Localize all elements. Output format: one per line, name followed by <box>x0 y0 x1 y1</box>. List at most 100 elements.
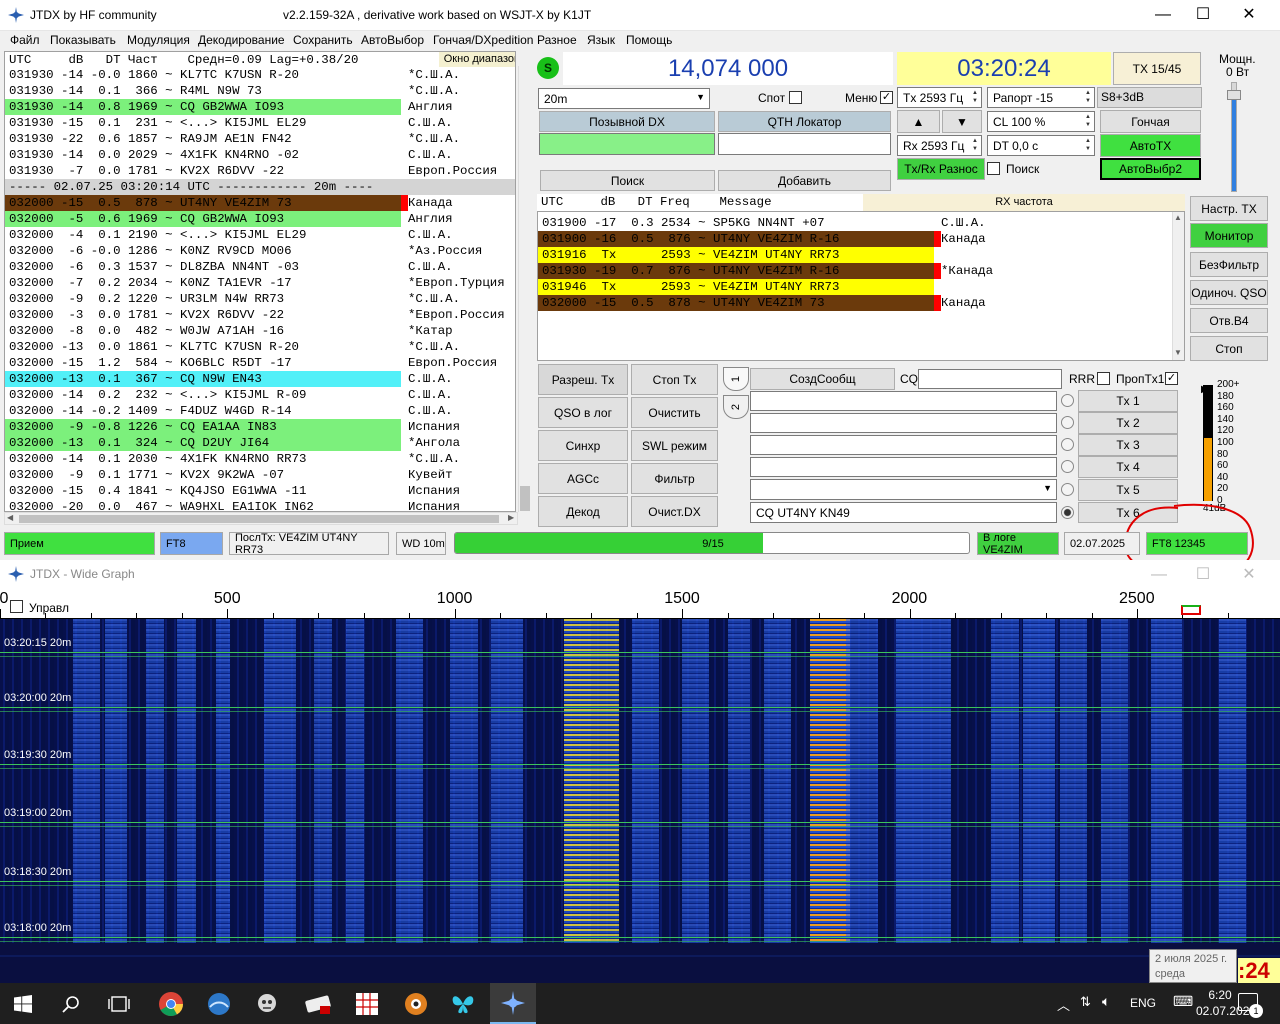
power-slider-handle[interactable] <box>1227 90 1241 100</box>
tx4-button[interactable]: Tx 4 <box>1078 456 1178 478</box>
tx1-message-field[interactable] <box>750 391 1057 411</box>
rx-message-line[interactable]: 032000 -15 0.5 878 ~ UT4NY VE4ZIM 73 Кана… <box>538 295 1048 311</box>
add-button[interactable]: Добавить <box>718 170 891 191</box>
band-activity-line[interactable]: 031930 -14 0.0 2029 ~ 4X1FK KN4RNO -02 С.… <box>5 147 515 163</box>
notifications-icon[interactable]: 1 <box>1238 993 1263 1018</box>
dx-grid-input[interactable] <box>718 133 891 155</box>
app-taskbar-button-7[interactable] <box>440 983 486 1024</box>
chevron-down-icon[interactable]: ▼ <box>696 92 705 102</box>
rrr-checkbox[interactable] <box>1097 372 1110 385</box>
tab-messages-2[interactable]: 2 <box>723 395 749 419</box>
menu-autoselect[interactable]: АвтоВыбор <box>361 33 424 47</box>
decode-button[interactable]: Декод <box>538 496 628 527</box>
band-activity-line[interactable]: 032000 -14 0.1 2030 ~ 4X1FK KN4RNO RR73 *… <box>5 451 515 467</box>
agcc-button[interactable]: AGCc <box>538 463 628 494</box>
scroll-up-icon[interactable]: ▲ <box>1174 213 1182 222</box>
tx2-message-field[interactable] <box>750 413 1057 433</box>
rx-message-list[interactable]: 031900 -17 0.3 2534 ~ SP5KG NN4NT +07 С.Ш… <box>538 215 1178 359</box>
menu-language[interactable]: Язык <box>587 33 615 47</box>
menu-view[interactable]: Показывать <box>50 33 116 47</box>
tx-frequency-marker[interactable] <box>1181 605 1201 615</box>
no-filter-button[interactable]: БезФильтр <box>1190 252 1268 277</box>
volume-icon[interactable]: 🔈︎ <box>1102 993 1110 1010</box>
tx6-message-field[interactable]: CQ UT4NY KN49 <box>750 502 1057 523</box>
rx-message-line[interactable]: 031900 -16 0.5 876 ~ UT4NY VE4ZIM R-16 Ка… <box>538 231 1048 247</box>
frequency-scale[interactable]: Управл 0 500 1000 1500 2000 2500 <box>0 589 1280 619</box>
band-activity-line[interactable]: 032000 -6 0.3 1537 ~ DL8ZBA NN4NT -03 С.Ш… <box>5 259 515 275</box>
search-button[interactable] <box>48 983 94 1024</box>
answer-b4-button[interactable]: Отв.B4 <box>1190 308 1268 333</box>
band-activity-line[interactable]: 032000 -4 0.1 2190 ~ <...> KI5JML EL29 С.… <box>5 227 515 243</box>
enable-tx-button[interactable]: Разреш. Tx <box>538 364 628 395</box>
band-activity-line[interactable]: 032000 -15 0.4 1841 ~ KQ4JSO EG1WWA -11 И… <box>5 483 515 499</box>
tab-messages-1[interactable]: 1 <box>723 367 749 391</box>
menu-mode[interactable]: Модуляция <box>127 33 190 47</box>
wg-minimize-button[interactable]: — <box>1136 560 1182 590</box>
tx2-button[interactable]: Tx 2 <box>1078 412 1178 434</box>
tx4-message-field[interactable] <box>750 457 1057 477</box>
monitor-button[interactable]: Монитор <box>1190 223 1268 248</box>
band-activity-line[interactable]: 031930 -22 0.6 1857 ~ RA9JM AE1N FN42 *С.… <box>5 131 515 147</box>
rx-vertical-scrollbar[interactable]: ▲ ▼ <box>1172 212 1184 360</box>
band-activity-line[interactable]: 031930 -7 0.0 1781 ~ KV2X R6DVV -22 Европ… <box>5 163 515 179</box>
log-qso-button[interactable]: QSO в лог <box>538 397 628 428</box>
waterfall-display[interactable]: 03:20:15 20m 03:20:00 20m 03:19:30 20m 03:1… <box>0 619 1280 983</box>
rx-frequency-panel[interactable]: 031900 -17 0.3 2534 ~ SP5KG NN4NT +07 С.Ш… <box>537 211 1185 361</box>
keyboard-icon[interactable]: ⌨︎ <box>1173 993 1193 1010</box>
cl-spinbox[interactable]: CL 100 % ▲ ▼ <box>987 111 1095 132</box>
scrollbar-thumb[interactable] <box>19 515 499 523</box>
band-activity-line[interactable]: 032000 -14 0.2 232 ~ <...> KI5JML R-09 С.… <box>5 387 515 403</box>
menu-help[interactable]: Помощь <box>626 33 672 47</box>
band-vertical-scrollbar[interactable] <box>518 66 531 512</box>
tx1-button[interactable]: Tx 1 <box>1078 390 1178 412</box>
report-spinbox[interactable]: Рапорт -15 ▲ ▼ <box>987 87 1095 108</box>
freq-up-button[interactable]: ▲ <box>897 110 940 133</box>
rx-message-line[interactable]: 031930 -19 0.7 876 ~ UT4NY VE4ZIM R-16 *К… <box>538 263 1048 279</box>
menu-save[interactable]: Сохранить <box>293 33 353 47</box>
period-separator[interactable]: ----- 02.07.25 03:20:14 UTC ------------… <box>5 179 515 195</box>
band-activity-line[interactable]: 031930 -14 0.1 366 ~ R4ML N9W 73 *С.Ш.А. <box>5 83 515 99</box>
band-activity-line[interactable]: 031930 -14 0.8 1969 ~ CQ GB2WWA IO93 Англ… <box>5 99 515 115</box>
freq-down-button[interactable]: ▼ <box>942 110 982 133</box>
tx2-radio[interactable] <box>1061 416 1074 429</box>
show-hidden-icons-icon[interactable]: ︿ <box>1057 995 1070 1014</box>
menu-decode[interactable]: Декодирование <box>198 33 285 47</box>
single-qso-button[interactable]: Одиноч. QSO <box>1190 280 1268 305</box>
tx3-button[interactable]: Tx 3 <box>1078 434 1178 456</box>
band-activity-line[interactable]: 032000 -3 0.0 1781 ~ KV2X R6DVV -22 *Евро… <box>5 307 515 323</box>
auto-select-button[interactable]: АвтоВыбр2 <box>1100 158 1201 180</box>
stop-button[interactable]: Стоп <box>1190 336 1268 361</box>
hound-button[interactable]: Гончая <box>1100 110 1201 133</box>
cq-input[interactable] <box>918 369 1062 389</box>
sync-button[interactable]: Синхр <box>538 430 628 461</box>
scroll-right-icon[interactable]: ▶ <box>508 513 514 522</box>
menu-file[interactable]: Файл <box>10 33 40 47</box>
app-taskbar-button-2[interactable] <box>196 983 242 1024</box>
band-activity-list[interactable]: 031930 -14 -0.0 1860 ~ KL7TC K7USN R-20 *… <box>5 67 515 511</box>
band-activity-line[interactable]: 032000 -20 0.0 467 ~ WA9HXL EA1IOK IN62 И… <box>5 499 515 511</box>
scroll-left-icon[interactable]: ◀ <box>7 513 13 522</box>
close-button[interactable]: ✕ <box>1226 0 1272 30</box>
band-activity-line[interactable]: 032000 -9 0.1 1771 ~ KV2X 9K2WA -07 Кувей… <box>5 467 515 483</box>
generate-messages-button[interactable]: СоздСообщ <box>750 368 895 390</box>
dt-spinbox[interactable]: DT 0,0 с ▲ ▼ <box>987 135 1095 156</box>
band-horizontal-scrollbar[interactable]: ◀ ▶ <box>4 512 518 525</box>
spin-arrows-icon[interactable]: ▲ ▼ <box>1083 137 1093 153</box>
band-activity-line[interactable]: 032000 -7 0.2 2034 ~ K0NZ TA1EVR -17 *Евр… <box>5 275 515 291</box>
band-select[interactable]: 20m ▼ <box>538 88 710 109</box>
band-activity-line[interactable]: 032000 -9 -0.8 1226 ~ CQ EA1AA IN83 Испан… <box>5 419 515 435</box>
tx3-radio[interactable] <box>1061 438 1074 451</box>
rx-message-line[interactable]: 031900 -17 0.3 2534 ~ SP5KG NN4NT +07 С.Ш… <box>538 215 1048 231</box>
qth-locator-button[interactable]: QTH Локатор <box>718 111 891 132</box>
stop-tx-button[interactable]: Стоп Tx <box>631 364 718 395</box>
chevron-down-icon[interactable]: ▼ <box>1043 483 1052 493</box>
tx5-message-select[interactable]: ▼ <box>750 479 1057 500</box>
band-activity-line[interactable]: 032000 -8 0.0 482 ~ W0JW A71AH -16 *Катар <box>5 323 515 339</box>
scrollbar-thumb[interactable] <box>520 486 530 511</box>
frequency-display[interactable]: 14,074 000 <box>563 52 893 85</box>
clear-button[interactable]: Очистить <box>631 397 718 428</box>
spin-arrows-icon[interactable]: ▲ ▼ <box>970 89 980 105</box>
band-activity-line[interactable]: 032000 -13 0.1 324 ~ CQ D2UY JI64 *Ангола <box>5 435 515 451</box>
app-taskbar-button-5[interactable] <box>344 983 390 1024</box>
band-activity-line[interactable]: 031930 -14 -0.0 1860 ~ KL7TC K7USN R-20 *… <box>5 67 515 83</box>
